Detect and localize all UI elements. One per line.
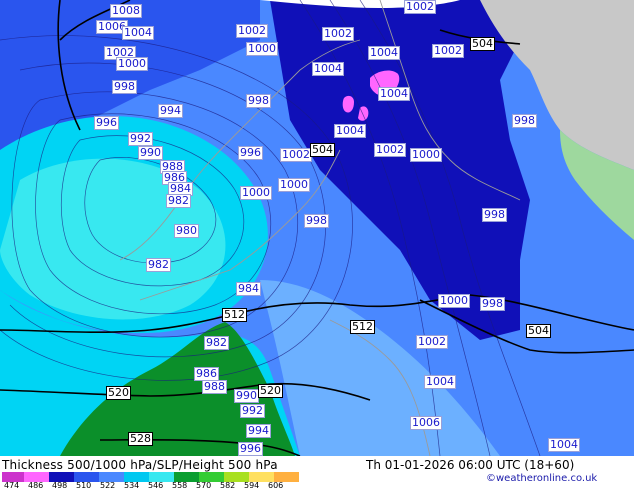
pressure-label: 994 bbox=[246, 424, 271, 438]
legend-tick: 474 bbox=[4, 481, 20, 490]
thickness-label: 504 bbox=[310, 143, 335, 157]
legend-tick: 486 bbox=[28, 481, 44, 490]
pressure-label: 990 bbox=[138, 146, 163, 160]
pressure-label: 996 bbox=[238, 146, 263, 160]
footer: Thickness 500/1000 hPa/SLP/Height 500 hP… bbox=[0, 456, 634, 490]
thickness-label: 520 bbox=[106, 386, 131, 400]
legend-tick: 498 bbox=[52, 481, 68, 490]
pressure-label: 1004 bbox=[122, 26, 154, 40]
pressure-label: 1002 bbox=[236, 24, 268, 38]
weather-map: 1008 1006 1004 1002 1000 998 996 994 992… bbox=[0, 0, 634, 456]
color-legend: 474 486 498 510 522 534 546 558 570 582 … bbox=[2, 472, 302, 490]
pressure-label: 998 bbox=[304, 214, 329, 228]
pressure-label: 998 bbox=[112, 80, 137, 94]
pressure-label: 996 bbox=[238, 442, 263, 456]
legend-tick: 582 bbox=[220, 481, 236, 490]
pressure-label: 1004 bbox=[312, 62, 344, 76]
valid-time: Th 01-01-2026 06:00 UTC (18+60) bbox=[366, 458, 575, 472]
pressure-label: 1008 bbox=[110, 4, 142, 18]
thickness-label: 512 bbox=[350, 320, 375, 334]
pressure-label: 1000 bbox=[410, 148, 442, 162]
pressure-label: 1000 bbox=[116, 57, 148, 71]
pressure-label: 1000 bbox=[278, 178, 310, 192]
pressure-label: 1004 bbox=[548, 438, 580, 452]
pressure-label: 990 bbox=[234, 389, 259, 403]
pressure-label: 996 bbox=[94, 116, 119, 130]
pressure-label: 992 bbox=[240, 404, 265, 418]
pressure-label: 994 bbox=[158, 104, 183, 118]
thickness-label: 504 bbox=[526, 324, 551, 338]
pressure-label: 1002 bbox=[374, 143, 406, 157]
legend-tick: 606 bbox=[268, 481, 284, 490]
pressure-label: 1004 bbox=[378, 87, 410, 101]
pressure-label: 982 bbox=[204, 336, 229, 350]
legend-tick: 534 bbox=[124, 481, 140, 490]
legend-tick: 594 bbox=[244, 481, 260, 490]
pressure-label: 1000 bbox=[438, 294, 470, 308]
thickness-label: 512 bbox=[222, 308, 247, 322]
pressure-label: 980 bbox=[174, 224, 199, 238]
legend-tick: 510 bbox=[76, 481, 92, 490]
pressure-label: 1004 bbox=[368, 46, 400, 60]
credit-link[interactable]: ©weatheronline.co.uk bbox=[486, 473, 597, 484]
pressure-label: 986 bbox=[194, 367, 219, 381]
pressure-label: 982 bbox=[166, 194, 191, 208]
pressure-label: 1002 bbox=[322, 27, 354, 41]
pressure-label: 998 bbox=[246, 94, 271, 108]
pressure-label: 1002 bbox=[404, 0, 436, 14]
legend-tick: 522 bbox=[100, 481, 116, 490]
pressure-label: 1000 bbox=[240, 186, 272, 200]
pressure-label: 1002 bbox=[280, 148, 312, 162]
pressure-label: 998 bbox=[482, 208, 507, 222]
pressure-label: 1000 bbox=[246, 42, 278, 56]
pressure-label: 992 bbox=[128, 132, 153, 146]
legend-tick: 558 bbox=[172, 481, 188, 490]
thickness-label: 528 bbox=[128, 432, 153, 446]
map-title: Thickness 500/1000 hPa/SLP/Height 500 hP… bbox=[2, 458, 278, 472]
thickness-label: 504 bbox=[470, 37, 495, 51]
pressure-label: 984 bbox=[236, 282, 261, 296]
legend-tick: 546 bbox=[148, 481, 164, 490]
pressure-label: 1004 bbox=[334, 124, 366, 138]
pressure-label: 988 bbox=[202, 380, 227, 394]
pressure-label: 1002 bbox=[416, 335, 448, 349]
pressure-label: 998 bbox=[480, 297, 505, 311]
pressure-label: 982 bbox=[146, 258, 171, 272]
pressure-label: 1004 bbox=[424, 375, 456, 389]
pressure-label: 1006 bbox=[410, 416, 442, 430]
thickness-label: 520 bbox=[258, 384, 283, 398]
pressure-label: 1002 bbox=[432, 44, 464, 58]
pressure-label: 998 bbox=[512, 114, 537, 128]
legend-tick: 570 bbox=[196, 481, 212, 490]
